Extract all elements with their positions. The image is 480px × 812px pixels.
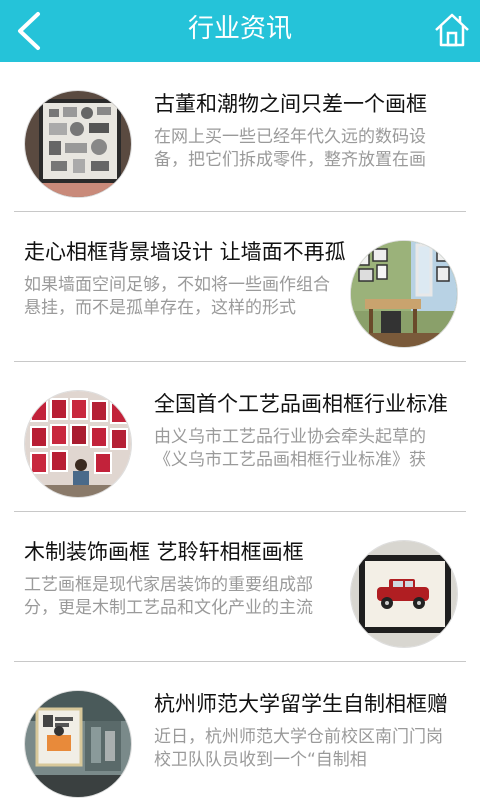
- article-title: 古董和潮物之间只差一个画框: [154, 92, 427, 116]
- article-summary: 近日，杭州师范大学仓前校区南门门岗校卫队队员收到一个“自制相: [154, 727, 443, 770]
- article-item[interactable]: 木制装饰画框 艺聆轩相框画框 工艺画框是现代家居装饰的重要组成部分，更是木制工艺…: [0, 512, 480, 662]
- article-summary: 由义乌市工艺品行业协会牵头起草的《义乌市工艺品画相框行业标准》获: [154, 427, 426, 470]
- article-thumbnail: [350, 240, 458, 348]
- article-thumbnail: [24, 390, 132, 498]
- article-title: 杭州师范大学留学生自制相框赠: [154, 692, 448, 716]
- article-item[interactable]: 全国首个工艺品画相框行业标准 由义乌市工艺品行业协会牵头起草的《义乌市工艺品画相…: [0, 362, 480, 512]
- article-title: 走心相框背景墙设计 让墙面不再孤: [24, 240, 346, 264]
- page-title: 行业资讯: [187, 14, 292, 44]
- article-item[interactable]: 古董和潮物之间只差一个画框 在网上买一些已经年代久远的数码设备，把它们拆成零件，…: [0, 62, 480, 212]
- article-thumbnail: [24, 90, 132, 198]
- article-title: 木制装饰画框 艺聆轩相框画框: [24, 540, 304, 564]
- article-summary: 如果墙面空间足够，不如将一些画作组合悬挂，而不是孤单存在，这样的形式: [24, 275, 330, 318]
- home-icon[interactable]: [432, 10, 472, 50]
- article-summary: 工艺画框是现代家居装饰的重要组成部分，更是木制工艺品和文化产业的主流: [24, 575, 313, 618]
- article-item[interactable]: 杭州师范大学留学生自制相框赠 近日，杭州师范大学仓前校区南门门岗校卫队队员收到一…: [0, 662, 480, 812]
- article-title: 全国首个工艺品画相框行业标准: [154, 392, 448, 416]
- article-thumbnail: [24, 690, 132, 798]
- article-list: 古董和潮物之间只差一个画框 在网上买一些已经年代久远的数码设备，把它们拆成零件，…: [0, 62, 480, 812]
- article-summary: 在网上买一些已经年代久远的数码设备，把它们拆成零件，整齐放置在画: [154, 127, 426, 170]
- article-item[interactable]: 走心相框背景墙设计 让墙面不再孤 如果墙面空间足够，不如将一些画作组合悬挂，而不…: [0, 212, 480, 362]
- app-header: 行业资讯: [0, 0, 480, 62]
- article-thumbnail: [350, 540, 458, 648]
